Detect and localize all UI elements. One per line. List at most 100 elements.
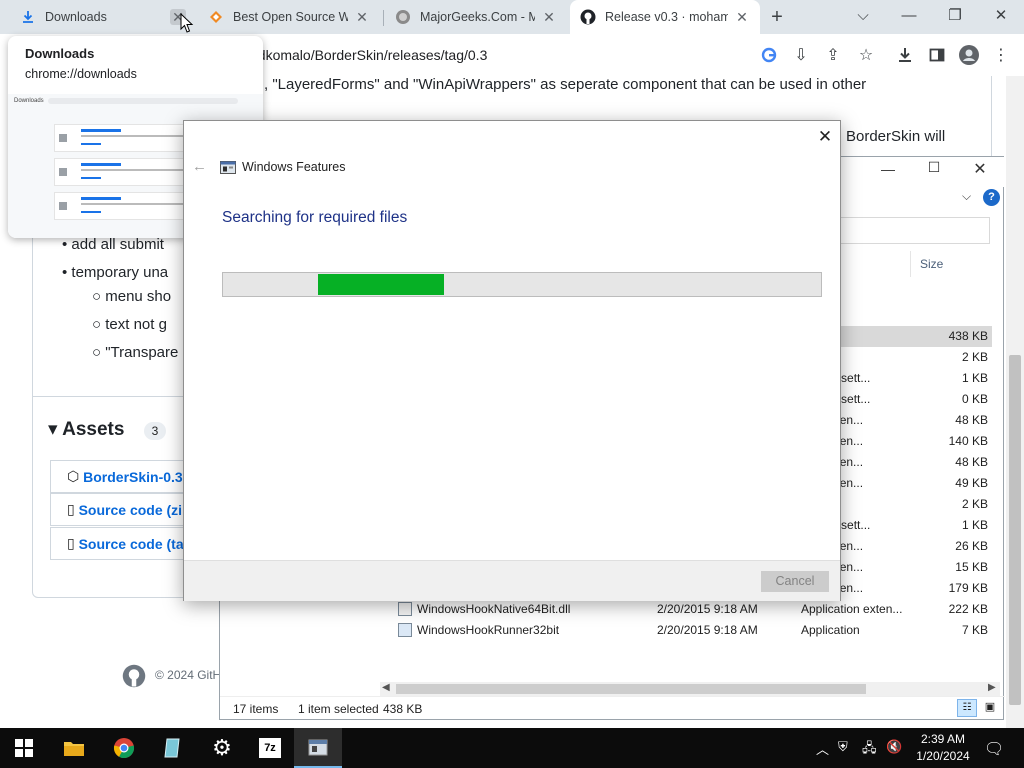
close-tab-icon[interactable]: ✕ — [734, 9, 750, 25]
windows-logo-icon — [15, 739, 33, 757]
page-scrollbar-thumb[interactable] — [1009, 355, 1021, 705]
menu-kebab-icon[interactable]: ⋮ — [990, 44, 1012, 66]
minimize-button[interactable]: — — [886, 0, 932, 30]
file-type: Application — [801, 623, 860, 637]
settings-gear-icon[interactable]: ⚙ — [198, 728, 246, 768]
column-header-size[interactable]: Size — [920, 257, 943, 271]
ribbon-expand-icon[interactable]: ⌵ — [962, 189, 971, 204]
column-divider — [910, 251, 911, 277]
close-window-button[interactable]: ✕ — [978, 0, 1024, 30]
bullet-item: • add all submit — [62, 236, 164, 253]
file-row[interactable]: tion438 KB — [801, 326, 992, 347]
tab-release[interactable]: Release v0.3 · mohame ✕ — [570, 0, 760, 34]
release-notes-line: , "LayeredForms" and "WinApiWrappers" as… — [264, 76, 867, 93]
search-input[interactable] — [840, 217, 990, 244]
large-icons-view-icon[interactable]: ▣ — [980, 699, 1000, 717]
profile-avatar-icon[interactable] — [958, 44, 980, 66]
maximize-button[interactable]: ☐ — [922, 159, 946, 176]
preview-label: Downloads — [14, 98, 44, 104]
file-size: 1 KB — [961, 371, 988, 385]
file-explorer-taskbar-icon[interactable] — [50, 728, 98, 768]
file-date: 2/20/2015 9:18 AM — [657, 623, 758, 637]
progress-bar — [222, 272, 822, 297]
sub-bullet-item: ○ "Transpare — [92, 344, 179, 361]
release-notes-line: BorderSkin will — [846, 128, 946, 145]
close-button[interactable]: ✕ — [968, 159, 992, 179]
file-row[interactable]: WindowsHookRunner32bit 2/20/2015 9:18 AM A… — [220, 620, 990, 641]
file-size: 48 KB — [955, 413, 988, 427]
file-zip-icon: ▯ — [67, 535, 79, 551]
volume-muted-icon[interactable]: 🔇 — [886, 739, 902, 755]
close-tab-icon[interactable]: ✕ — [541, 9, 557, 25]
cancel-button[interactable]: Cancel — [761, 571, 829, 592]
selection-count: 1 item selected — [298, 702, 379, 716]
file-size: 49 KB — [955, 476, 988, 490]
side-panel-icon[interactable] — [926, 44, 948, 66]
footer-copyright: © 2024 GitH — [155, 668, 222, 682]
file-size: 7 KB — [961, 623, 988, 637]
hover-card-url: chrome://downloads — [25, 67, 137, 81]
tab-title: Downloads — [45, 10, 107, 24]
details-view-icon[interactable]: ☷ — [957, 699, 977, 717]
close-button[interactable]: ✕ — [814, 127, 836, 149]
file-size: 15 KB — [955, 560, 988, 574]
majorgeeks-icon — [395, 9, 411, 25]
file-size: 222 KB — [948, 602, 988, 616]
taskbar: ⚙ 7z ︿ ⛨ 🖧 🔇 2:39 AM 1/20/2024 🗨 — [0, 728, 1024, 768]
defender-icon[interactable]: ⛨ — [838, 739, 848, 755]
dialog-title: Windows Features — [242, 160, 346, 174]
scroll-left-icon[interactable]: ◀ — [382, 682, 390, 693]
scroll-right-icon[interactable]: ▶ — [988, 682, 996, 693]
close-tab-icon[interactable]: ✕ — [354, 9, 370, 25]
tab-best-open-source[interactable]: Best Open Source Win ✕ — [198, 0, 380, 34]
downloads-icon[interactable] — [894, 44, 916, 66]
share-icon[interactable]: ⇪ — [822, 44, 844, 66]
download-icon — [20, 9, 36, 25]
windows-features-icon — [220, 159, 237, 178]
preview-search — [48, 98, 238, 104]
address-bar[interactable]: edkomalo/BorderSkin/releases/tag/0.3 — [250, 40, 670, 70]
file-size: 179 KB — [948, 581, 988, 595]
file-name: WindowsHookRunner32bit — [417, 623, 560, 637]
file-date: 2/20/2015 9:18 AM — [657, 602, 758, 616]
install-app-icon[interactable]: ⇩ — [790, 44, 812, 66]
taskbar-clock[interactable]: 2:39 AM 1/20/2024 — [908, 731, 978, 765]
windows-features-taskbar-icon[interactable] — [294, 728, 342, 768]
horizontal-scrollbar-thumb[interactable] — [396, 684, 866, 694]
tab-downloads[interactable]: Downloads ✕ — [10, 0, 196, 34]
notification-center-icon[interactable]: 🗨 — [984, 739, 1004, 759]
minimize-button[interactable]: — — [876, 161, 900, 177]
file-size: 2 KB — [961, 497, 988, 511]
fossmint-icon — [208, 9, 224, 25]
file-size: 48 KB — [955, 455, 988, 469]
file-size: 1 KB — [961, 518, 988, 532]
file-name: WindowsHookNative64Bit.dll — [417, 602, 571, 616]
file-size: 2 KB — [961, 350, 988, 364]
file-size: 438 KB — [948, 329, 988, 343]
7zip-taskbar-icon[interactable]: 7z — [246, 728, 294, 768]
help-icon[interactable]: ? — [983, 189, 1000, 206]
status-bar: 17 items 1 item selected 438 KB ☷ ▣ — [220, 696, 1005, 720]
tab-majorgeeks[interactable]: MajorGeeks.Com - Ma ✕ — [385, 0, 567, 34]
show-hidden-icons-chevron-icon[interactable]: ︿ — [816, 739, 829, 758]
bookmark-star-icon[interactable]: ☆ — [855, 44, 877, 66]
new-tab-button[interactable]: + — [766, 6, 788, 28]
assets-toggle[interactable]: ▾ Assets — [48, 418, 124, 441]
github-footer-logo-icon — [122, 664, 146, 691]
selection-size: 438 KB — [383, 702, 423, 716]
application-file-icon — [398, 623, 412, 637]
google-lens-icon[interactable] — [758, 44, 780, 66]
windows-features-dialog: ✕ ← Windows Features Searching for requi… — [183, 120, 841, 601]
sub-bullet-item: ○ text not g — [92, 316, 167, 333]
tab-search-chevron-icon[interactable]: ⌵ — [840, 0, 886, 30]
file-size: 0 KB — [961, 392, 988, 406]
horizontal-scrollbar[interactable]: ◀ ▶ — [380, 682, 1000, 696]
dialog-status-heading: Searching for required files — [222, 209, 408, 226]
notepad-taskbar-icon[interactable] — [148, 728, 196, 768]
start-button[interactable] — [0, 728, 48, 768]
file-row[interactable]: WindowsHookNative64Bit.dll 2/20/2015 9:18… — [220, 599, 990, 620]
chrome-taskbar-icon[interactable] — [100, 728, 148, 768]
restore-button[interactable]: ❐ — [932, 0, 978, 30]
network-icon[interactable]: 🖧 — [862, 739, 877, 761]
tab-title: MajorGeeks.Com - Ma — [420, 10, 535, 24]
